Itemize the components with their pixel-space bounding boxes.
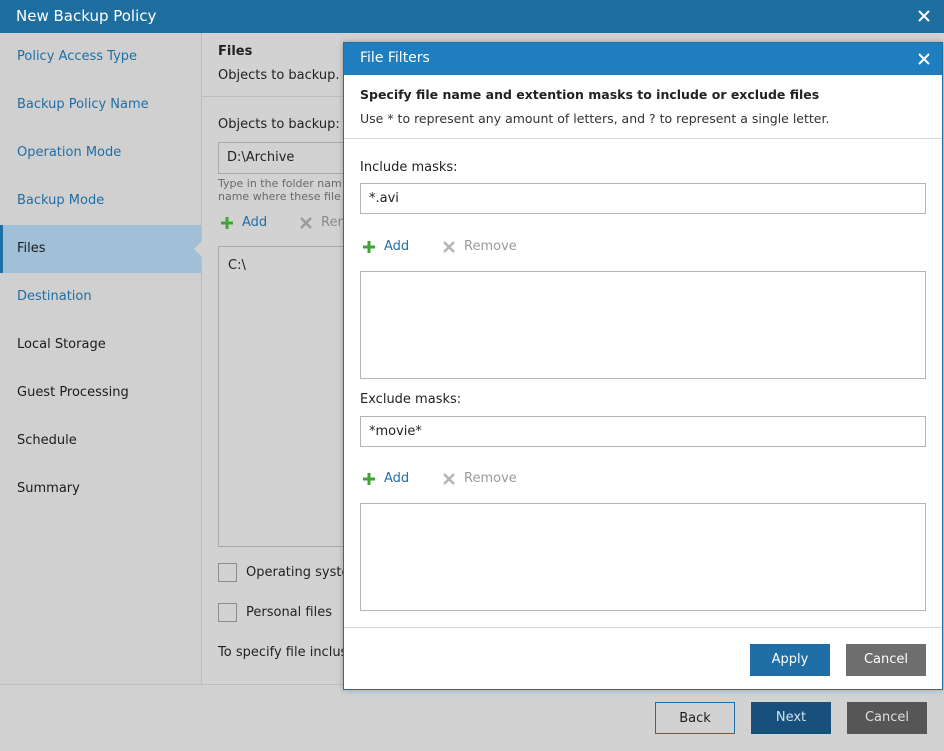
objects-hint-line2: name where these file xyxy=(218,190,341,203)
add-label: Add xyxy=(242,215,268,230)
sidebar-item-local-storage: Local Storage xyxy=(17,337,106,352)
plus-icon xyxy=(362,472,376,490)
list-item[interactable]: C:\ xyxy=(228,258,246,273)
exclude-remove-label: Remove xyxy=(464,471,517,486)
file-filters-dialog: File Filters Specify file name and exten… xyxy=(343,42,943,690)
checkbox-os-label: Operating syster xyxy=(246,565,355,580)
include-add-label: Add xyxy=(384,239,410,254)
objects-hint-line1: Type in the folder nam xyxy=(218,177,342,190)
window-titlebar: New Backup Policy xyxy=(0,0,944,33)
remove-x-icon xyxy=(299,216,313,234)
sidebar-item-summary: Summary xyxy=(17,481,80,496)
sidebar-item-operation-mode[interactable]: Operation Mode xyxy=(0,129,201,177)
add-object-button[interactable]: Add xyxy=(218,214,278,234)
objects-label: Objects to backup: xyxy=(218,117,340,132)
dialog-footer-divider xyxy=(344,627,942,628)
dialog-title: File Filters xyxy=(360,50,430,66)
objects-list[interactable]: C:\ xyxy=(218,246,348,547)
objects-select[interactable]: D:\Archive xyxy=(218,142,348,174)
window-close-icon[interactable] xyxy=(916,8,932,24)
include-remove-button[interactable]: Remove xyxy=(440,238,520,258)
include-add-button[interactable]: Add xyxy=(360,238,420,258)
exclude-add-label: Add xyxy=(384,471,410,486)
sidebar-item-backup-mode[interactable]: Backup Mode xyxy=(0,177,201,225)
sidebar-item-files[interactable]: Files xyxy=(0,225,202,273)
back-button[interactable]: Back xyxy=(655,702,735,734)
dialog-heading: Specify file name and extention masks to… xyxy=(360,87,820,102)
exclude-masks-label: Exclude masks: xyxy=(360,392,462,407)
sidebar-item-backup-policy-name[interactable]: Backup Policy Name xyxy=(0,81,201,129)
sidebar-item-schedule: Schedule xyxy=(17,433,77,448)
sidebar-item-guest-processing: Guest Processing xyxy=(17,385,129,400)
checkbox-operating-system[interactable] xyxy=(218,563,237,582)
remove-x-icon xyxy=(442,240,456,258)
next-button[interactable]: Next xyxy=(751,702,831,734)
cancel-button[interactable]: Cancel xyxy=(847,702,927,734)
plus-icon xyxy=(362,240,376,258)
page-subtitle: Objects to backup. xyxy=(218,68,340,83)
exclude-add-button[interactable]: Add xyxy=(360,470,420,490)
include-mask-input[interactable]: *.avi xyxy=(360,183,926,214)
dialog-close-icon[interactable] xyxy=(916,51,932,67)
dialog-divider xyxy=(344,138,942,139)
include-remove-label: Remove xyxy=(464,239,517,254)
wizard-footer: Back Next Cancel xyxy=(0,684,944,751)
include-masks-list[interactable] xyxy=(360,271,926,379)
window-title: New Backup Policy xyxy=(16,7,157,25)
exclude-masks-list[interactable] xyxy=(360,503,926,611)
dialog-cancel-button[interactable]: Cancel xyxy=(846,644,926,676)
dialog-description: Use * to represent any amount of letters… xyxy=(360,111,830,126)
remove-object-button[interactable]: Rem xyxy=(297,214,350,234)
exclude-mask-input[interactable]: *movie* xyxy=(360,416,926,447)
checkbox-personal-files[interactable] xyxy=(218,603,237,622)
plus-icon xyxy=(220,216,234,234)
dialog-titlebar: File Filters xyxy=(344,43,942,75)
sidebar-item-destination[interactable]: Destination xyxy=(0,273,201,321)
file-inclusion-text: To specify file inclusio xyxy=(218,645,359,660)
sidebar-item-policy-access-type[interactable]: Policy Access Type xyxy=(0,33,201,81)
checkbox-personal-label: Personal files xyxy=(246,605,332,620)
remove-x-icon xyxy=(442,472,456,490)
exclude-remove-button[interactable]: Remove xyxy=(440,470,520,490)
wizard-step-sidebar: Policy Access Type Backup Policy Name Op… xyxy=(0,33,202,684)
apply-button[interactable]: Apply xyxy=(750,644,830,676)
include-masks-label: Include masks: xyxy=(360,160,458,175)
page-title: Files xyxy=(218,44,253,59)
